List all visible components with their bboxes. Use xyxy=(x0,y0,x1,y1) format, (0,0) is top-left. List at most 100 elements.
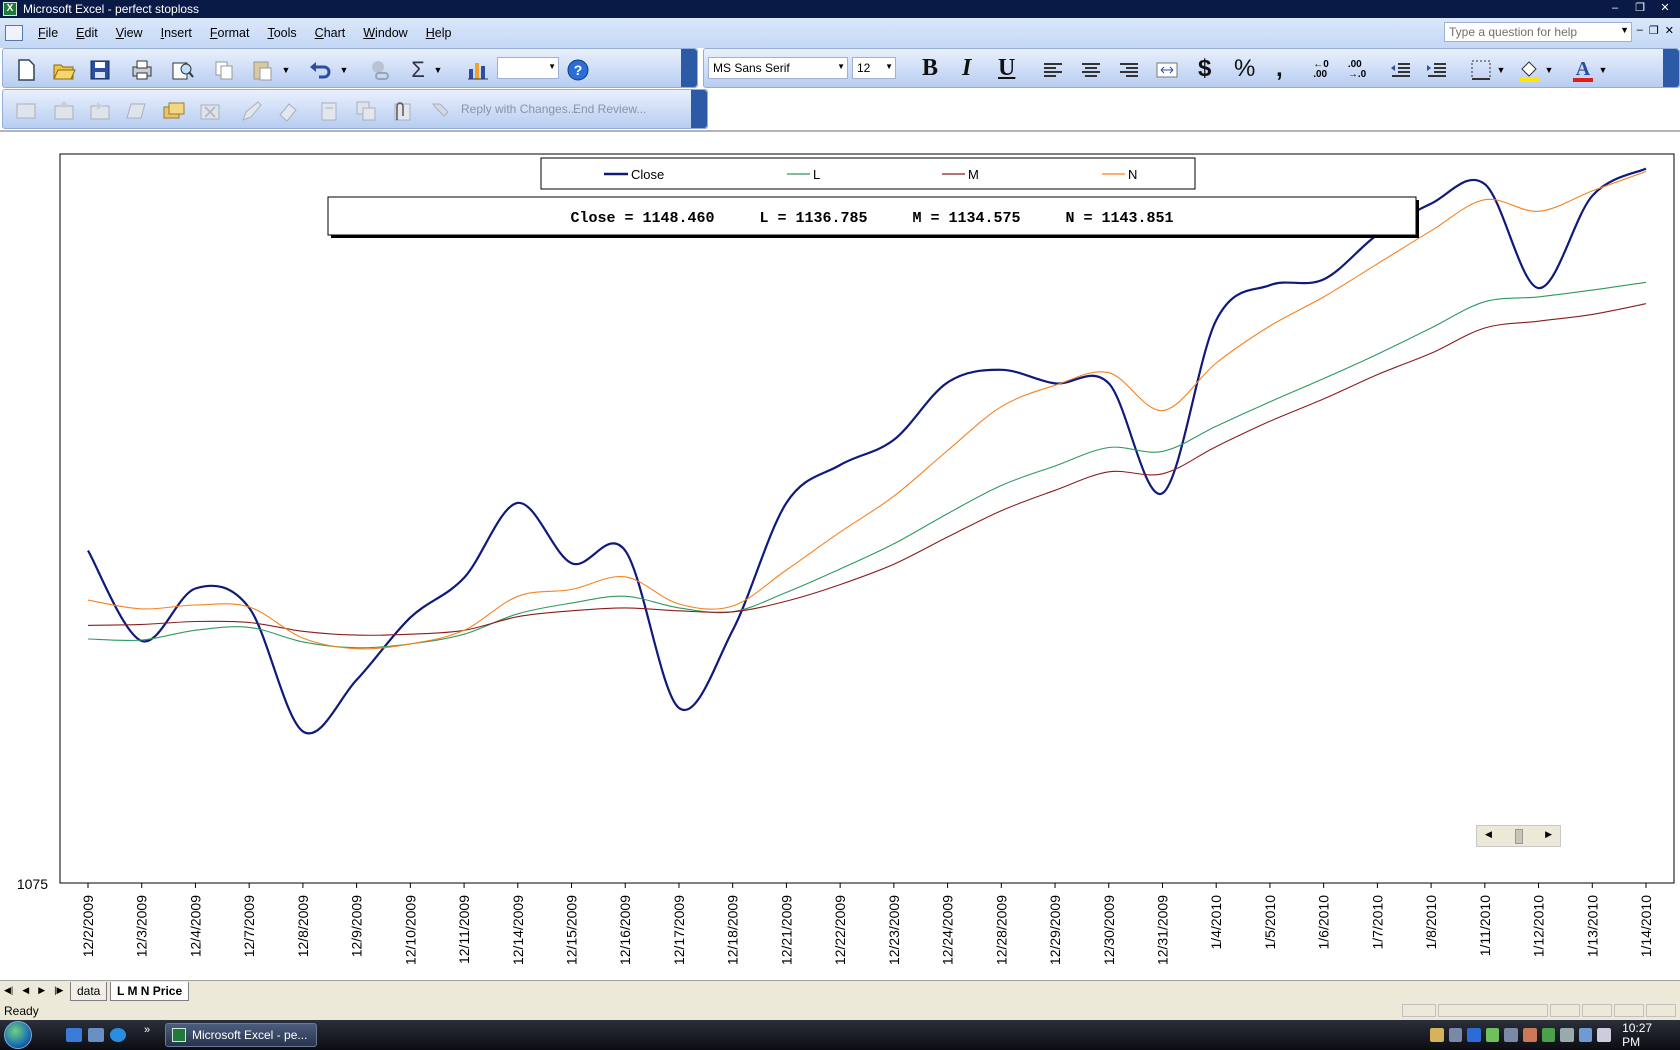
excel-app-icon[interactable]: X xyxy=(3,2,17,16)
track-changes-button[interactable] xyxy=(317,98,343,124)
doc-close-icon[interactable]: ✕ xyxy=(1665,24,1674,37)
tray-app-icon-4[interactable] xyxy=(1560,1028,1574,1042)
align-right-button[interactable] xyxy=(1116,57,1142,83)
doc-minimize-icon[interactable]: – xyxy=(1637,24,1643,37)
align-center-button[interactable] xyxy=(1078,57,1104,83)
toolbar-options-grip[interactable] xyxy=(691,90,707,128)
italic-button[interactable]: I xyxy=(962,55,971,82)
end-review-button[interactable]: End Review... xyxy=(573,102,646,116)
save-button[interactable] xyxy=(87,57,113,83)
font-color-button[interactable]: A xyxy=(1570,57,1596,83)
decrease-decimal-button[interactable]: .00 →.0 xyxy=(1344,57,1370,83)
next-sheet-icon[interactable]: ▶ xyxy=(38,985,45,996)
menu-tools[interactable]: Tools xyxy=(258,26,305,40)
show-desktop-icon[interactable] xyxy=(66,1028,82,1042)
increase-indent-button[interactable] xyxy=(1424,57,1450,83)
delete-comment-button[interactable] xyxy=(197,98,223,124)
tray-monitor-icon[interactable] xyxy=(1578,1028,1593,1042)
chart-wizard-button[interactable] xyxy=(465,57,491,83)
reply-with-changes-button[interactable]: Reply with Changes... xyxy=(461,102,578,116)
menu-file[interactable]: File xyxy=(29,26,67,40)
close-icon[interactable]: ✕ xyxy=(1654,1,1676,16)
paste-button[interactable] xyxy=(249,57,275,83)
help-button[interactable]: ? xyxy=(565,57,591,83)
font-name-select[interactable]: MS Sans Serif ▼ xyxy=(708,57,848,79)
print-preview-button[interactable] xyxy=(169,57,195,83)
tray-security-icon[interactable] xyxy=(1541,1028,1556,1042)
autosum-dropdown[interactable]: ▼ xyxy=(431,57,445,83)
borders-button[interactable] xyxy=(1468,57,1494,83)
increase-decimal-button[interactable]: ←0.00 xyxy=(1308,57,1334,83)
restore-icon[interactable]: ❐ xyxy=(1629,1,1651,16)
show-comment-button[interactable] xyxy=(123,98,149,124)
toolbar-options-grip[interactable] xyxy=(681,49,697,87)
menu-format[interactable]: Format xyxy=(201,26,259,40)
tray-app-icon-2[interactable] xyxy=(1504,1028,1519,1042)
decrease-indent-button[interactable] xyxy=(1388,57,1414,83)
underline-button[interactable]: U xyxy=(998,55,1015,82)
undo-dropdown[interactable]: ▼ xyxy=(337,57,351,83)
scroll-right-icon[interactable]: ▶ xyxy=(1545,829,1552,840)
hyperlink-button[interactable] xyxy=(367,57,393,83)
align-left-button[interactable] xyxy=(1040,57,1066,83)
plot-area[interactable] xyxy=(59,153,1675,884)
chevron-down-icon[interactable]: ▼ xyxy=(1620,25,1629,35)
menu-view[interactable]: View xyxy=(107,26,152,40)
tray-app-icon[interactable] xyxy=(1448,1028,1463,1042)
send-to-button[interactable] xyxy=(389,98,415,124)
document-icon[interactable] xyxy=(5,25,23,41)
new-document-button[interactable] xyxy=(13,57,39,83)
menu-help[interactable]: Help xyxy=(417,26,461,40)
protect-sharing-button[interactable] xyxy=(353,98,379,124)
fill-color-button[interactable] xyxy=(1516,57,1542,83)
menu-insert[interactable]: Insert xyxy=(152,26,201,40)
minimize-icon[interactable]: – xyxy=(1604,1,1626,16)
menu-window[interactable]: Window xyxy=(354,26,416,40)
undo-button[interactable] xyxy=(307,57,333,83)
last-sheet-icon[interactable]: |▶ xyxy=(54,985,63,996)
internet-explorer-icon[interactable] xyxy=(110,1028,126,1042)
font-color-dropdown[interactable]: ▼ xyxy=(1596,57,1610,83)
bold-button[interactable]: B xyxy=(922,55,938,82)
chart-sheet[interactable]: 12/2/2009 12/3/2009 12/4/2009 12/7/2009 12/8… xyxy=(0,130,1680,980)
sheet-tab-lmn-price[interactable]: L M N Price xyxy=(110,982,190,1001)
scroll-left-icon[interactable]: ◀ xyxy=(1485,829,1492,840)
chart-scroll-control[interactable]: ◀ ▶ xyxy=(1476,825,1561,847)
open-button[interactable] xyxy=(51,57,77,83)
show-all-comments-button[interactable] xyxy=(161,98,187,124)
scroll-thumb[interactable] xyxy=(1515,829,1523,844)
merge-center-button[interactable] xyxy=(1154,57,1180,83)
sheet-tab-data[interactable]: data xyxy=(70,982,108,1001)
new-comment-button[interactable] xyxy=(13,98,39,124)
ink-annotation-button[interactable] xyxy=(239,98,265,124)
print-button[interactable] xyxy=(129,57,155,83)
toolbar-options-grip[interactable] xyxy=(1663,49,1679,87)
prev-sheet-icon[interactable]: ◀ xyxy=(22,985,29,996)
menu-edit[interactable]: Edit xyxy=(67,26,107,40)
font-size-select[interactable]: 12 ▼ xyxy=(852,57,896,79)
paste-dropdown[interactable]: ▼ xyxy=(279,57,293,83)
tray-app-icon-3[interactable] xyxy=(1523,1028,1537,1042)
first-sheet-icon[interactable]: ◀| xyxy=(4,985,13,996)
bluetooth-icon[interactable] xyxy=(1467,1028,1481,1042)
tray-network-icon[interactable] xyxy=(1485,1028,1500,1042)
copy-button[interactable] xyxy=(211,57,237,83)
comma-style-button[interactable]: , xyxy=(1276,55,1283,83)
start-button[interactable] xyxy=(4,1021,32,1049)
autosum-button[interactable]: Σ xyxy=(405,57,431,83)
zoom-select[interactable]: ▼ xyxy=(497,57,559,79)
menu-chart[interactable]: Chart xyxy=(306,26,355,40)
borders-dropdown[interactable]: ▼ xyxy=(1494,57,1508,83)
fill-color-dropdown[interactable]: ▼ xyxy=(1542,57,1556,83)
switch-windows-icon[interactable] xyxy=(88,1028,104,1042)
help-search-input[interactable]: Type a question for help ▼ xyxy=(1444,22,1632,42)
volume-icon[interactable] xyxy=(1597,1028,1612,1042)
doc-restore-icon[interactable]: ❐ xyxy=(1649,24,1659,37)
percent-button[interactable]: % xyxy=(1234,55,1255,83)
taskbar-excel-button[interactable]: Microsoft Excel - pe... xyxy=(165,1023,317,1047)
eraser-button[interactable] xyxy=(275,98,301,124)
quick-launch-more-icon[interactable]: » xyxy=(144,1024,150,1036)
next-comment-button[interactable] xyxy=(87,98,113,124)
tray-hand-icon[interactable] xyxy=(1429,1028,1444,1042)
currency-button[interactable]: $ xyxy=(1198,55,1211,83)
